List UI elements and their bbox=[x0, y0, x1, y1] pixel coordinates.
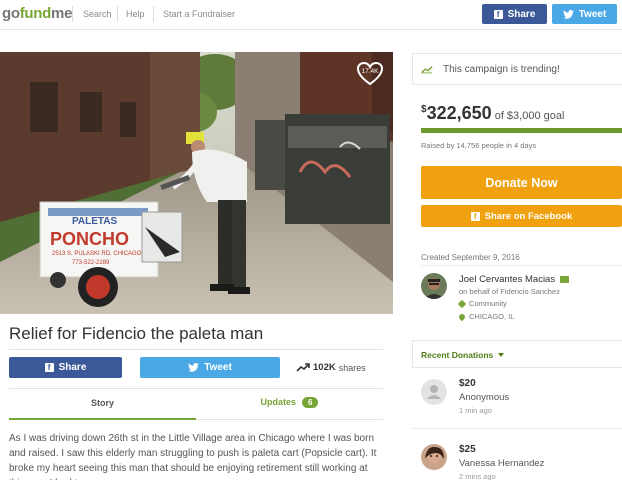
donation-amount: $20 bbox=[459, 378, 476, 389]
donor-avatar bbox=[421, 444, 447, 470]
svg-text:PONCHO: PONCHO bbox=[50, 229, 129, 249]
organizer: Joel Cervantes Macias bbox=[459, 274, 570, 285]
share-button[interactable]: f Share bbox=[9, 357, 122, 378]
nav-divider bbox=[153, 6, 154, 22]
logo-part-fund: fund bbox=[19, 5, 52, 22]
nav-divider bbox=[72, 6, 73, 22]
nav-link-search[interactable]: Search bbox=[83, 9, 112, 19]
shares-number: 102K bbox=[313, 362, 336, 373]
tab-updates-label: Updates bbox=[260, 397, 297, 407]
donation-amount: $25 bbox=[459, 444, 476, 455]
header-tweet-label: Tweet bbox=[578, 8, 607, 20]
svg-text:PALETAS: PALETAS bbox=[72, 216, 118, 227]
logo-part-me: me bbox=[51, 5, 73, 22]
twitter-icon bbox=[188, 363, 200, 372]
tab-divider bbox=[196, 419, 383, 420]
tweet-button[interactable]: Tweet bbox=[140, 357, 280, 378]
category-label[interactable]: Community bbox=[469, 299, 507, 308]
raised-currency: $ bbox=[421, 104, 427, 115]
nav-link-start-fundraiser[interactable]: Start a Fundraiser bbox=[163, 9, 235, 19]
category: Community bbox=[457, 299, 507, 308]
updates-count-badge: 6 bbox=[302, 397, 319, 408]
raised-by: Raised by 14,756 people in 4 days bbox=[421, 141, 537, 150]
trend-icon bbox=[421, 65, 433, 73]
verified-icon bbox=[560, 276, 570, 283]
share-label: Share bbox=[58, 362, 87, 373]
facebook-icon: f bbox=[470, 211, 480, 221]
divider bbox=[9, 388, 383, 389]
location: CHICAGO, IL bbox=[457, 312, 514, 321]
beneficiary: on behalf of Fidencio Sanchez bbox=[459, 287, 560, 296]
header-share-label: Share bbox=[507, 8, 536, 20]
progress-bar bbox=[421, 128, 622, 133]
divider bbox=[412, 428, 622, 429]
tab-updates[interactable]: Updates 6 bbox=[196, 397, 383, 408]
tag-icon bbox=[457, 299, 467, 308]
campaign-photo: PALETAS PONCHO 2513 S. PULASKI RD. CHICA… bbox=[0, 52, 393, 314]
recent-donations-toggle[interactable]: Recent Donations bbox=[421, 350, 505, 360]
story-text: As I was driving down 26th st in the Lit… bbox=[9, 433, 377, 480]
donation-time: 2 mins ago bbox=[459, 472, 496, 480]
recent-donations-label: Recent Donations bbox=[421, 350, 494, 360]
organizer-avatar[interactable] bbox=[421, 273, 447, 299]
svg-text:773-522-2289: 773-522-2289 bbox=[72, 260, 110, 266]
header-share-button[interactable]: f Share bbox=[482, 4, 547, 24]
share-on-facebook-button[interactable]: f Share on Facebook bbox=[421, 205, 622, 227]
nav-link-help[interactable]: Help bbox=[126, 9, 145, 19]
caret-down-icon bbox=[498, 353, 505, 357]
tab-story-underline bbox=[9, 418, 196, 420]
location-pin-icon bbox=[457, 312, 467, 321]
facebook-icon: f bbox=[44, 363, 54, 372]
donor-name: Anonymous bbox=[459, 392, 510, 403]
twitter-icon bbox=[562, 9, 574, 19]
location-label[interactable]: CHICAGO, IL bbox=[469, 312, 514, 321]
organizer-name[interactable]: Joel Cervantes Macias bbox=[459, 274, 555, 285]
raised-summary: $322,650 of $3,000 goal bbox=[421, 103, 564, 124]
divider bbox=[9, 349, 383, 350]
facebook-icon: f bbox=[493, 9, 503, 19]
share-on-facebook-label: Share on Facebook bbox=[484, 210, 573, 222]
donation-time: 1 min ago bbox=[459, 406, 492, 415]
trending-text: This campaign is trending! bbox=[443, 63, 560, 75]
trend-icon bbox=[296, 363, 310, 372]
shares-word: shares bbox=[338, 362, 366, 373]
donor-name: Vanessa Hernandez bbox=[459, 458, 545, 469]
heart-count: 17.4K bbox=[361, 68, 379, 75]
trending-banner: This campaign is trending! bbox=[412, 53, 622, 85]
svg-text:2513 S. PULASKI RD. CHICAGO IL: 2513 S. PULASKI RD. CHICAGO IL bbox=[52, 251, 149, 257]
tweet-label: Tweet bbox=[204, 362, 232, 373]
created-date: Created September 9, 2016 bbox=[421, 253, 520, 262]
raised-amount: 322,650 bbox=[426, 103, 492, 123]
tab-story[interactable]: Story bbox=[9, 398, 196, 408]
nav-divider bbox=[117, 6, 118, 22]
goal-text: of $3,000 goal bbox=[494, 110, 565, 122]
campaign-title: Relief for Fidencio the paleta man bbox=[9, 324, 264, 343]
anonymous-avatar-icon bbox=[421, 379, 447, 405]
logo-part-go: go bbox=[2, 5, 20, 22]
gofundme-logo[interactable]: gofundme bbox=[2, 5, 72, 22]
shares-count: 102K shares bbox=[296, 362, 366, 373]
divider bbox=[421, 265, 622, 266]
top-nav: gofundme Search Help Start a Fundraiser … bbox=[0, 0, 622, 30]
donate-now-button[interactable]: Donate Now bbox=[421, 166, 622, 199]
header-tweet-button[interactable]: Tweet bbox=[552, 4, 617, 24]
